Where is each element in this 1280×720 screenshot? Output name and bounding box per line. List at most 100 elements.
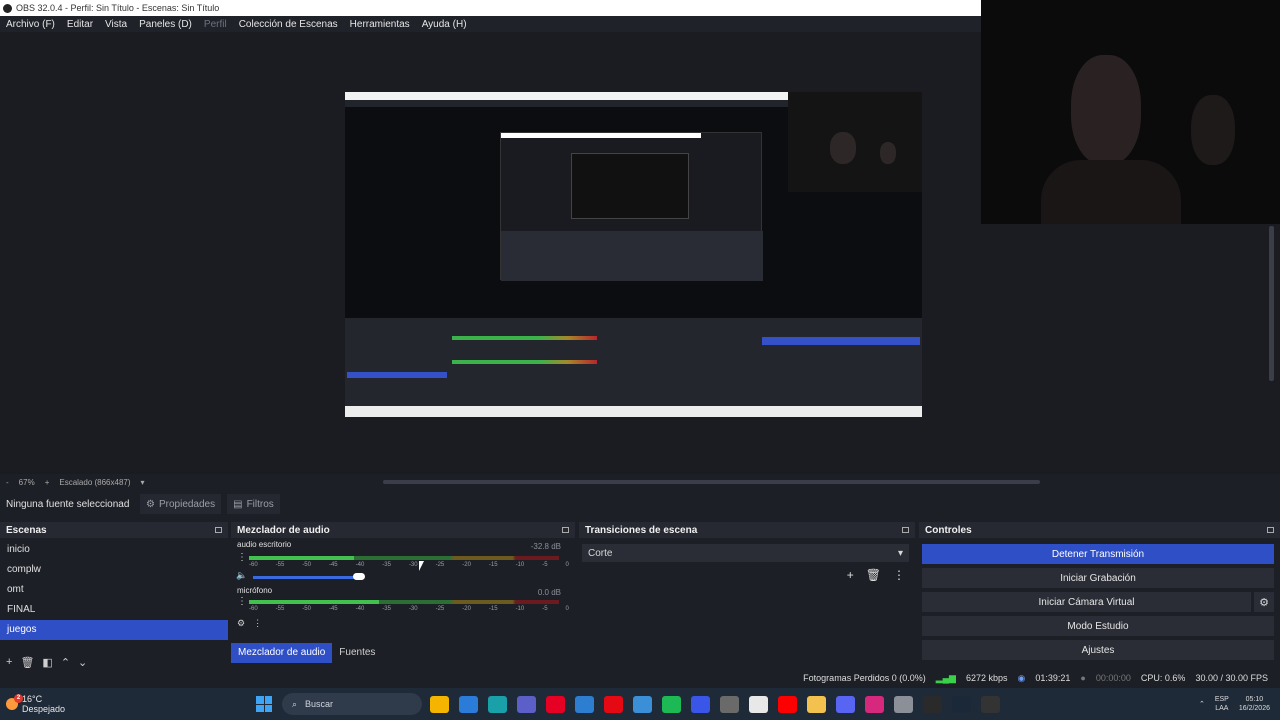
menu-archivo[interactable]: Archivo (F) [0, 19, 61, 30]
volume-slider-handle[interactable] [353, 573, 365, 580]
filters-label: Filtros [246, 498, 274, 510]
gear-icon[interactable]: ⚙ [237, 618, 245, 629]
store-icon[interactable] [575, 695, 594, 713]
taskbar-clock[interactable]: 05:10 16/2/2026 [1239, 695, 1270, 713]
gear-icon[interactable]: ⚙ [1254, 592, 1274, 612]
steam-icon[interactable] [952, 695, 971, 713]
track-name: micrófono [237, 586, 273, 595]
copilot-icon[interactable] [459, 695, 478, 713]
settings-button[interactable]: Ajustes [922, 640, 1274, 660]
filter-icon[interactable]: ◧ [42, 656, 52, 669]
zoom-in-button[interactable]: + [45, 478, 50, 487]
scene-item-complw[interactable]: complw [0, 560, 228, 580]
zoom-out-button[interactable]: - [6, 478, 9, 487]
menu-herramientas[interactable]: Herramientas [344, 19, 416, 30]
scene-item-omt[interactable]: omt [0, 580, 228, 600]
temperature: 16°C [22, 694, 43, 704]
photos-icon[interactable] [633, 695, 652, 713]
tick: -30 [408, 606, 418, 612]
folder-icon[interactable] [807, 695, 826, 713]
start-record-button[interactable]: Iniciar Grabación [922, 568, 1274, 588]
add-icon[interactable]: + [847, 568, 854, 582]
scenes-title: Escenas [6, 524, 47, 536]
undock-icon[interactable] [1267, 527, 1274, 533]
pinterest-icon[interactable] [546, 695, 565, 713]
file-explorer-icon[interactable] [430, 695, 449, 713]
tick: -55 [275, 562, 285, 568]
menu-vista[interactable]: Vista [99, 19, 133, 30]
settings-app-icon[interactable] [894, 695, 913, 713]
game-icon[interactable] [720, 695, 739, 713]
tick: -50 [302, 562, 311, 568]
more-options-icon[interactable]: ⋮ [253, 618, 262, 629]
windows-start-icon[interactable] [256, 696, 272, 712]
transition-select[interactable]: Corte ▾ [582, 544, 909, 562]
weather-sun-icon: 2 [6, 694, 23, 710]
weather-widget[interactable]: 2 16°C Despejado [0, 694, 256, 714]
tick: -40 [355, 606, 365, 612]
virtual-cam-button[interactable]: Iniciar Cámara Virtual [922, 592, 1251, 612]
mixer-tabs: Mezclador de audio Fuentes [231, 643, 382, 663]
chrome-icon[interactable] [749, 695, 768, 713]
chevron-up-icon[interactable]: ⌃ [1199, 700, 1205, 708]
volume-meter-fill [249, 600, 379, 604]
undock-icon[interactable] [902, 527, 909, 533]
chevron-down-icon: ▾ [897, 547, 903, 559]
tick: -45 [328, 606, 338, 612]
obs-taskbar-icon[interactable] [923, 695, 942, 713]
window-title: OBS 32.0.4 - Perfil: Sin Título - Escena… [16, 3, 220, 13]
taskbar-search[interactable]: ⌕ Buscar [282, 693, 422, 715]
status-bar: Fotogramas Perdidos 0 (0.0%) ▂▄▆ 6272 kb… [0, 669, 1280, 687]
preview-vscrollbar[interactable] [1269, 226, 1274, 381]
transition-value: Corte [588, 547, 613, 559]
filters-button[interactable]: ▤ Filtros [227, 494, 280, 514]
stop-stream-button[interactable]: Detener Transmisión [922, 544, 1274, 564]
chevron-down-icon[interactable]: ⌄ [78, 656, 87, 669]
transitions-header: Transiciones de escena [579, 522, 915, 538]
scene-item-juegos[interactable]: juegos [0, 620, 228, 640]
trash-icon[interactable]: 🗑 [866, 568, 881, 582]
chevron-down-icon[interactable]: ▾ [141, 478, 145, 487]
properties-button[interactable]: ⚙ Propiedades [140, 494, 222, 514]
spotify-icon[interactable] [662, 695, 681, 713]
tick: -20 [462, 562, 471, 568]
studio-mode-button[interactable]: Modo Estudio [922, 616, 1274, 636]
stream-time: 01:39:21 [1035, 673, 1071, 683]
menu-coleccion-escenas[interactable]: Colección de Escenas [233, 19, 344, 30]
menu-perfil[interactable]: Perfil [198, 19, 233, 30]
more-options-icon[interactable]: ⋮ [237, 552, 247, 563]
tab-mezclador[interactable]: Mezclador de audio [231, 643, 333, 663]
preview-hscrollbar[interactable] [383, 480, 1040, 484]
teams-icon[interactable] [517, 695, 536, 713]
scene-item-inicio[interactable]: inicio [0, 540, 228, 560]
tab-fuentes[interactable]: Fuentes [332, 643, 382, 663]
instagram-icon[interactable] [865, 695, 884, 713]
menu-ayuda[interactable]: Ayuda (H) [416, 19, 473, 30]
youtube-icon[interactable] [778, 695, 797, 713]
chevron-up-icon[interactable]: ⌃ [61, 656, 70, 669]
preview-canvas[interactable] [345, 92, 922, 417]
nested-inner-capture [500, 132, 763, 281]
scene-item-final[interactable]: FINAL [0, 600, 228, 620]
undock-icon[interactable] [215, 527, 222, 533]
more-options-icon[interactable]: ⋮ [893, 568, 905, 582]
volume-slider[interactable] [253, 576, 359, 579]
tick: -50 [302, 606, 311, 612]
netflix-icon[interactable] [604, 695, 623, 713]
language-indicator[interactable]: ESP LAA [1215, 695, 1229, 713]
gear-icon: ⚙ [146, 498, 155, 510]
tick: 0 [565, 606, 569, 612]
scale-select[interactable]: Escalado (866x487) [59, 478, 130, 487]
menu-editar[interactable]: Editar [61, 19, 99, 30]
trash-icon[interactable]: 🗑 [20, 656, 34, 669]
discord-icon[interactable] [836, 695, 855, 713]
more-options-icon[interactable]: ⋮ [237, 596, 247, 607]
add-icon[interactable]: + [6, 656, 12, 668]
edge-icon[interactable] [488, 695, 507, 713]
app-icon[interactable] [691, 695, 710, 713]
speaker-icon[interactable]: 🔈 [236, 570, 247, 581]
terminal-icon[interactable] [981, 695, 1000, 713]
menu-paneles[interactable]: Paneles (D) [133, 19, 198, 30]
undock-icon[interactable] [562, 527, 569, 533]
bitrate: 6272 kbps [965, 673, 1008, 683]
